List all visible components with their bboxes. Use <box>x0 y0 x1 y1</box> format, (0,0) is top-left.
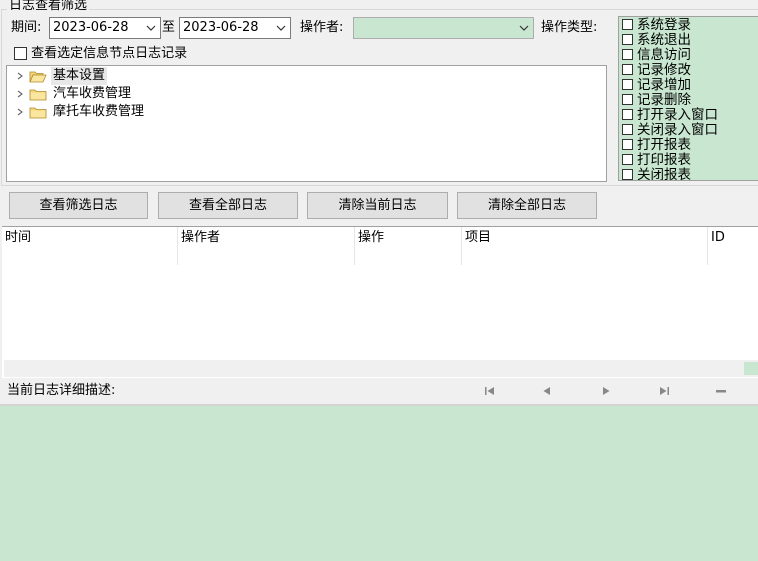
prev-record-icon[interactable] <box>539 384 555 398</box>
optype-label-text: 记录增加 <box>637 77 691 93</box>
checkbox[interactable] <box>622 124 633 135</box>
optype-item[interactable]: 信息访问 <box>622 48 691 63</box>
scrollbar-thumb[interactable] <box>744 362 758 375</box>
optype-label-text: 系统登录 <box>637 17 691 33</box>
optype-item[interactable]: 关闭报表 <box>622 167 691 181</box>
date-from-value: 2023-06-28 <box>53 20 129 35</box>
horizontal-scrollbar[interactable] <box>4 360 758 377</box>
checkbox[interactable] <box>622 49 633 60</box>
chevron-down-icon[interactable] <box>275 18 287 38</box>
optype-label-text: 信息访问 <box>637 47 691 63</box>
tree-node-label: 摩托车收费管理 <box>53 104 145 119</box>
optype-label-text: 打印报表 <box>637 152 691 168</box>
folder-icon <box>29 89 47 101</box>
tree-node-label: 基本设置 <box>51 67 108 85</box>
date-from-picker[interactable]: 2023-06-28 <box>49 17 161 39</box>
checkbox[interactable] <box>622 94 633 105</box>
operator-select[interactable] <box>353 17 534 39</box>
log-detail-area[interactable] <box>0 404 758 561</box>
checkbox[interactable] <box>622 154 633 165</box>
optype-item[interactable]: 记录修改 <box>622 63 691 78</box>
operator-label: 操作者: <box>300 20 344 35</box>
tree-node-label: 汽车收费管理 <box>53 86 132 101</box>
view-filtered-log-button[interactable]: 查看筛选日志 <box>9 192 148 219</box>
selected-node-checkbox[interactable]: 查看选定信息节点日志记录 <box>14 44 187 64</box>
checkbox[interactable] <box>622 19 633 30</box>
checkbox[interactable] <box>622 34 633 45</box>
folder-icon <box>29 107 47 119</box>
filter-group-title: 日志查看筛选 <box>7 0 90 14</box>
optype-item[interactable]: 记录增加 <box>622 78 691 93</box>
selected-node-checkbox-label: 查看选定信息节点日志记录 <box>31 46 188 61</box>
optype-label-text: 打开报表 <box>637 137 691 153</box>
optype-label-text: 打开录入窗口 <box>637 107 718 123</box>
optype-item[interactable]: 打开报表 <box>622 138 691 153</box>
checkbox[interactable] <box>622 79 633 90</box>
column-header-operator[interactable]: 操作者 <box>178 227 355 265</box>
optype-label-text: 关闭报表 <box>637 167 691 181</box>
column-header-operation[interactable]: 操作 <box>355 227 462 265</box>
to-label: 至 <box>162 20 176 35</box>
clear-all-log-button[interactable]: 清除全部日志 <box>457 192 597 219</box>
chevron-down-icon[interactable] <box>145 18 157 38</box>
date-to-value: 2023-06-28 <box>183 20 259 35</box>
optype-label-text: 系统退出 <box>637 32 691 48</box>
period-label: 期间: <box>11 20 42 35</box>
optype-label: 操作类型: <box>541 20 598 35</box>
column-header-id[interactable]: ID <box>708 227 758 265</box>
view-all-log-button[interactable]: 查看全部日志 <box>158 192 298 219</box>
checkbox[interactable] <box>14 47 27 60</box>
next-record-icon[interactable] <box>598 384 614 398</box>
optype-label-text: 记录修改 <box>637 62 691 78</box>
operation-type-list[interactable]: 系统登录 系统退出 信息访问 记录修改 记录增加 记录删除 打开录入窗口 关闭录… <box>618 16 758 181</box>
optype-item[interactable]: 打印报表 <box>622 153 691 168</box>
delete-record-icon[interactable] <box>713 384 729 398</box>
checkbox[interactable] <box>622 109 633 120</box>
log-table[interactable]: 时间 操作者 操作 项目 ID <box>2 226 758 379</box>
optype-item[interactable]: 打开录入窗口 <box>622 108 718 123</box>
column-header-item[interactable]: 项目 <box>462 227 708 265</box>
optype-item[interactable]: 关闭录入窗口 <box>622 123 718 138</box>
last-record-icon[interactable] <box>656 384 672 398</box>
optype-label-text: 记录删除 <box>637 92 691 108</box>
optype-item[interactable]: 记录删除 <box>622 93 691 108</box>
detail-label: 当前日志详细描述: <box>7 383 116 398</box>
first-record-icon[interactable] <box>482 384 498 398</box>
column-header-time[interactable]: 时间 <box>2 227 178 265</box>
chevron-right-icon[interactable] <box>15 67 25 85</box>
folder-open-icon <box>29 71 47 83</box>
date-to-picker[interactable]: 2023-06-28 <box>179 17 291 39</box>
checkbox[interactable] <box>622 139 633 150</box>
chevron-down-icon[interactable] <box>518 18 530 38</box>
clear-current-log-button[interactable]: 清除当前日志 <box>307 192 448 219</box>
chevron-right-icon[interactable] <box>15 103 25 121</box>
chevron-right-icon[interactable] <box>15 85 25 103</box>
checkbox[interactable] <box>622 64 633 75</box>
optype-item[interactable]: 系统退出 <box>622 33 691 48</box>
optype-label-text: 关闭录入窗口 <box>637 122 718 138</box>
detail-navigator: 当前日志详细描述: <box>0 378 758 404</box>
optype-item[interactable]: 系统登录 <box>622 18 691 33</box>
info-node-tree[interactable]: 基本设置 汽车收费管理 摩托车收费管理 <box>6 65 607 182</box>
checkbox[interactable] <box>622 169 633 180</box>
